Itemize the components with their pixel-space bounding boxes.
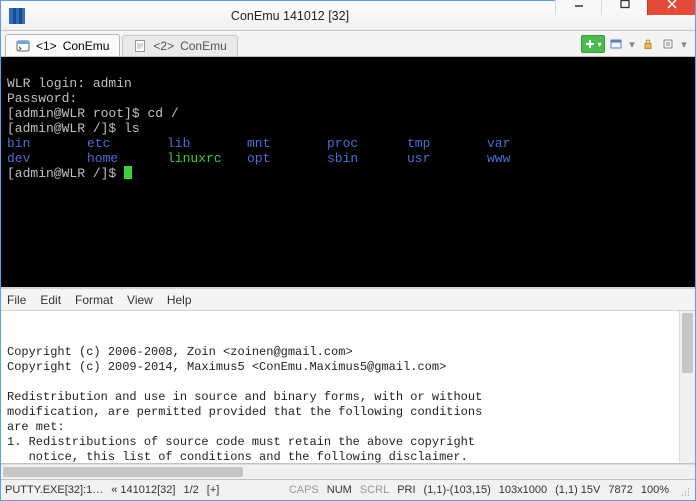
prompt: [admin@WLR /]$ xyxy=(7,166,124,181)
status-plus[interactable]: [+] xyxy=(207,484,220,496)
toolbar-window-icon[interactable] xyxy=(607,35,625,53)
dir-entry: etc xyxy=(87,136,167,151)
prompt: [admin@WLR root]$ xyxy=(7,106,147,121)
tab-2[interactable]: <2> ConEmu xyxy=(122,35,237,56)
dir-entry: tmp xyxy=(407,136,487,151)
dir-entry: home xyxy=(87,151,167,166)
menu-help[interactable]: Help xyxy=(167,293,192,307)
terminal-pane[interactable]: WLR login: admin Password: [admin@WLR ro… xyxy=(1,57,695,289)
notepad-menubar: File Edit Format View Help xyxy=(1,289,695,311)
ls-row: devhomelinuxrcoptsbinusrwww xyxy=(7,151,689,166)
dir-entry: bin xyxy=(7,136,87,151)
status-scrl: SCRL xyxy=(360,484,389,496)
title-bar: ConEmu 141012 [32] xyxy=(1,1,695,31)
status-pri: PRI xyxy=(397,484,415,496)
toolbar-lock-icon[interactable] xyxy=(639,35,657,53)
toolbar-dropdown-icon[interactable]: ▾ xyxy=(627,35,637,53)
dir-entry: var xyxy=(487,136,567,151)
status-bar: PUTTY.EXE[32]:1… « 141012[32] 1/2 [+] CA… xyxy=(1,480,695,500)
status-cursor: (1,1)-(103,15) xyxy=(424,484,491,496)
status-cell: (1,1) 15V xyxy=(555,484,600,496)
cursor xyxy=(124,166,132,179)
notepad-text-area[interactable]: Copyright (c) 2006-2008, Zoin <zoinen@gm… xyxy=(1,311,695,464)
scroll-thumb[interactable] xyxy=(682,313,693,373)
app-icon xyxy=(9,8,25,24)
prompt: [admin@WLR /]$ xyxy=(7,121,124,136)
document-icon xyxy=(133,39,147,53)
scroll-thumb[interactable] xyxy=(3,467,243,477)
tab-strip: <1> ConEmu <2> ConEmu ▾ ▾ ▾ xyxy=(1,31,695,57)
new-console-button[interactable]: ▾ xyxy=(581,35,605,53)
terminal-text: Password: xyxy=(7,91,77,106)
status-caps: CAPS xyxy=(289,484,319,496)
status-number: 7872 xyxy=(608,484,632,496)
dir-entry: sbin xyxy=(327,151,407,166)
toolbar-dropdown-icon-2[interactable]: ▾ xyxy=(679,35,689,53)
terminal-text: WLR login: xyxy=(7,76,93,91)
tab-index: <2> xyxy=(153,39,174,53)
menu-format[interactable]: Format xyxy=(75,293,113,307)
dir-entry: proc xyxy=(327,136,407,151)
status-process: PUTTY.EXE[32]:1… xyxy=(5,484,103,496)
console-icon xyxy=(16,39,30,53)
ls-row: binetclibmntproctmpvar xyxy=(7,136,689,151)
tab-label: ConEmu xyxy=(180,39,227,53)
dir-entry: www xyxy=(487,151,567,166)
tab-index: <1> xyxy=(36,39,57,53)
status-tabs: 1/2 xyxy=(183,484,198,496)
dir-entry: usr xyxy=(407,151,487,166)
dir-entry: opt xyxy=(247,151,327,166)
dir-entry: mnt xyxy=(247,136,327,151)
command: cd / xyxy=(147,106,178,121)
tab-1[interactable]: <1> ConEmu xyxy=(5,34,120,56)
login-user: admin xyxy=(93,76,132,91)
minimize-button[interactable] xyxy=(555,0,601,15)
status-screen: 103x1000 xyxy=(499,484,547,496)
dir-entry: lib xyxy=(167,136,247,151)
grip-icon[interactable] xyxy=(679,484,691,496)
menu-edit[interactable]: Edit xyxy=(40,293,61,307)
status-build: « 141012[32] xyxy=(111,484,175,496)
toolbar-settings-icon[interactable] xyxy=(659,35,677,53)
text-content: Copyright (c) 2006-2008, Zoin <zoinen@gm… xyxy=(7,345,689,464)
status-zoom: 100% xyxy=(641,484,669,496)
status-num: NUM xyxy=(327,484,352,496)
tab-label: ConEmu xyxy=(63,39,110,53)
vertical-scrollbar[interactable] xyxy=(679,311,695,463)
file-entry: linuxrc xyxy=(167,151,247,166)
horizontal-scrollbar[interactable] xyxy=(1,464,695,480)
window-buttons xyxy=(555,0,695,15)
command: ls xyxy=(124,121,140,136)
menu-view[interactable]: View xyxy=(127,293,153,307)
close-button[interactable] xyxy=(647,0,695,15)
dir-entry: dev xyxy=(7,151,87,166)
maximize-button[interactable] xyxy=(601,0,647,15)
window-title: ConEmu 141012 [32] xyxy=(25,9,555,23)
menu-file[interactable]: File xyxy=(7,293,26,307)
